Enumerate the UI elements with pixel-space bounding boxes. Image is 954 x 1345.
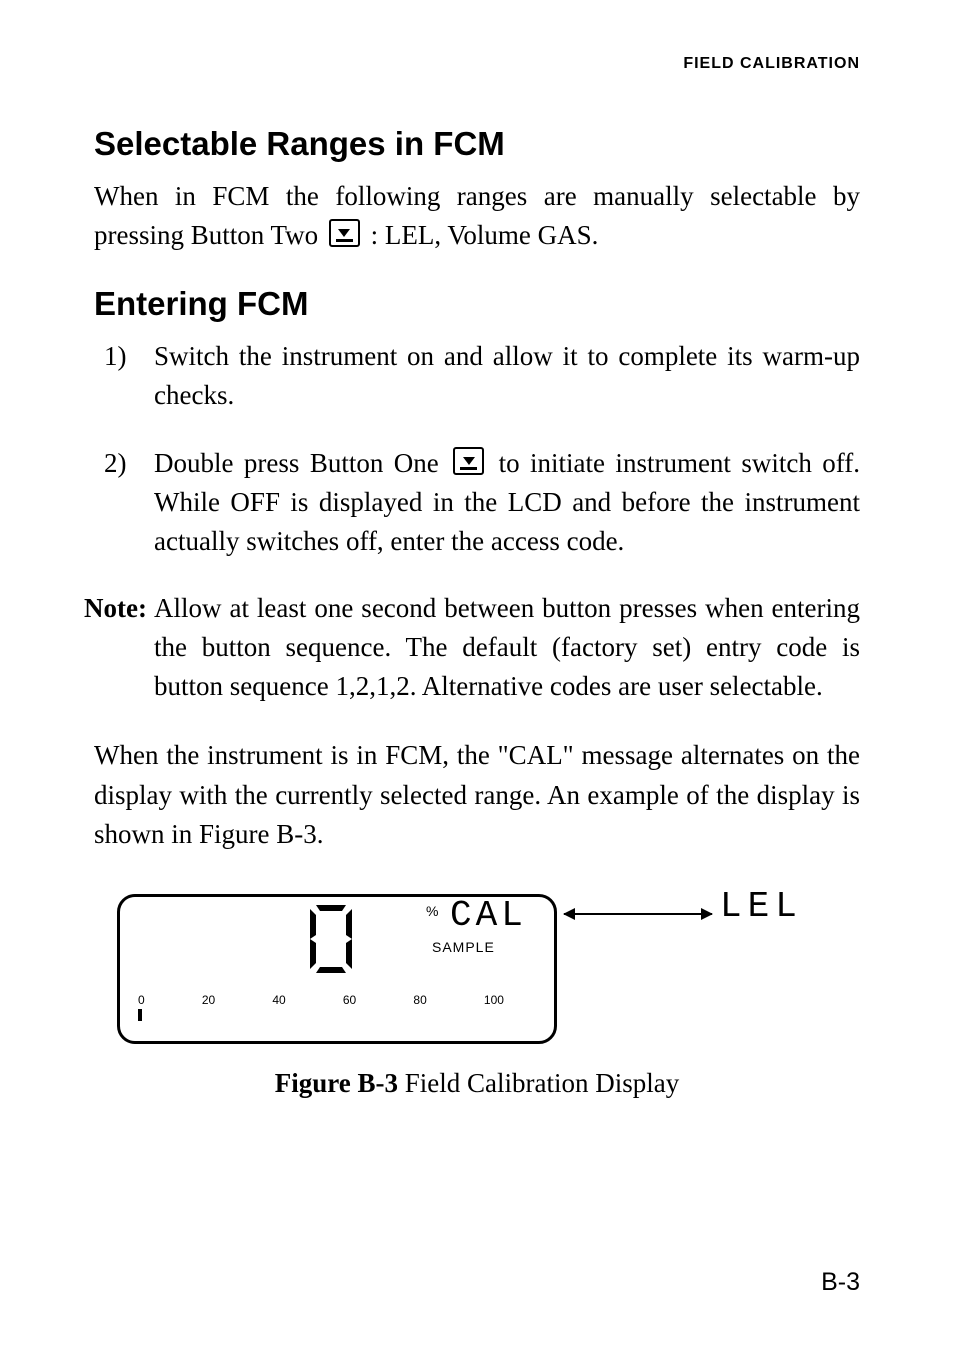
lcd-lel-text: LEL bbox=[720, 886, 803, 927]
figure-b3: % CAL SAMPLE 0 20 40 60 80 100 LEL bbox=[117, 894, 837, 1044]
scale-tick-label: 100 bbox=[484, 993, 504, 1007]
button-two-icon bbox=[329, 219, 360, 247]
page-number: B-3 bbox=[821, 1268, 860, 1297]
steps-list: 1) Switch the instrument on and allow it… bbox=[94, 337, 860, 561]
scale-tick-label: 80 bbox=[413, 993, 426, 1007]
step-1: 1) Switch the instrument on and allow it… bbox=[94, 337, 860, 415]
seven-segment-zero bbox=[310, 905, 352, 973]
lcd-cal-text: CAL bbox=[450, 895, 527, 936]
scale-tick-label: 60 bbox=[343, 993, 356, 1007]
heading-selectable-ranges: Selectable Ranges in FCM bbox=[94, 125, 860, 163]
figure-caption: Figure B-3 Field Calibration Display bbox=[94, 1068, 860, 1099]
step-1-text: Switch the instrument on and allow it to… bbox=[154, 341, 860, 410]
note-block: Note: Allow at least one second between … bbox=[94, 589, 860, 706]
lcd-sample-text: SAMPLE bbox=[432, 939, 495, 955]
note-text: Allow at least one second between button… bbox=[154, 593, 860, 701]
lcd-scale-bar bbox=[138, 1009, 504, 1021]
ranges-text-post: : LEL, Volume GAS. bbox=[371, 220, 599, 250]
scale-tick-label: 40 bbox=[272, 993, 285, 1007]
lcd-frame: % CAL SAMPLE 0 20 40 60 80 100 bbox=[117, 894, 557, 1044]
note-label: Note: bbox=[84, 589, 152, 628]
step-2-text-pre: Double press Button One bbox=[154, 448, 449, 478]
double-arrow-icon: LEL bbox=[564, 902, 803, 927]
step-2: 2) Double press Button One to initiate i… bbox=[94, 444, 860, 561]
heading-entering-fcm: Entering FCM bbox=[94, 285, 860, 323]
figure-caption-text: Field Calibration Display bbox=[398, 1068, 679, 1098]
figure-label: Figure B-3 bbox=[275, 1068, 398, 1098]
lcd-scale: 0 20 40 60 80 100 bbox=[138, 993, 504, 1033]
paragraph-ranges: When in FCM the following ranges are man… bbox=[94, 177, 860, 255]
paragraph-after-note: When the instrument is in FCM, the "CAL"… bbox=[94, 736, 860, 853]
page: FIELD CALIBRATION Selectable Ranges in F… bbox=[0, 0, 954, 1345]
button-one-icon bbox=[453, 447, 484, 475]
step-1-number: 1) bbox=[104, 337, 127, 376]
scale-tick-label: 0 bbox=[138, 993, 145, 1007]
lcd-scale-numbers: 0 20 40 60 80 100 bbox=[138, 993, 504, 1007]
running-head: FIELD CALIBRATION bbox=[94, 55, 860, 73]
step-2-number: 2) bbox=[104, 444, 127, 483]
percent-symbol: % bbox=[426, 903, 438, 919]
scale-tick-label: 20 bbox=[202, 993, 215, 1007]
